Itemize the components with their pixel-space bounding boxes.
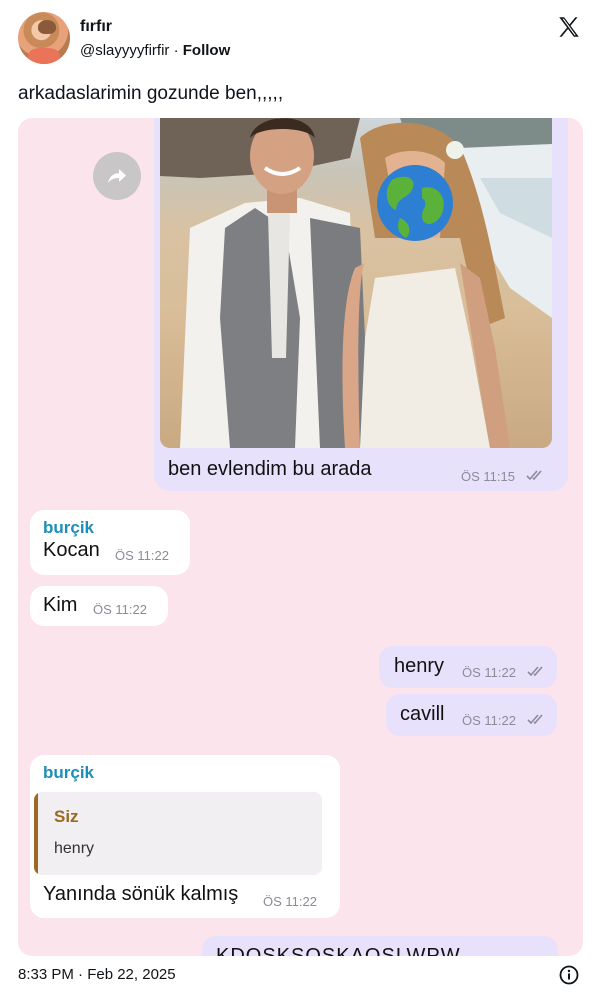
message-text: Kocan (43, 539, 100, 561)
tweet-header: fırfır @slayyyyfirfir · Follow (18, 12, 584, 68)
incoming-reply-bubble[interactable]: burçik Siz henry Yanında sönük kalmış ÖS… (30, 755, 340, 918)
sender-name[interactable]: burçik (43, 763, 94, 783)
message-text: KDOSKSOSKAOSLWPW (216, 945, 461, 956)
message-time: ÖS 11:22 (93, 602, 147, 617)
quote-text: henry (54, 840, 95, 857)
message-text: Yanında sönük kalmış (43, 883, 239, 905)
handle[interactable]: @slayyyyfirfir (80, 42, 169, 59)
photo-message-bubble[interactable]: ben evlendim bu arada ÖS 11:15 (154, 118, 568, 491)
quoted-message[interactable]: Siz henry (34, 792, 322, 875)
display-name[interactable]: fırfır (80, 18, 112, 36)
x-logo-icon[interactable] (556, 14, 582, 40)
tweet-timestamp[interactable]: 8:33 PM · Feb 22, 2025 (18, 966, 176, 983)
message-time: ÖS 11:22 (263, 894, 317, 909)
wedding-photo-illustration (160, 118, 552, 448)
tweet-text: arkadaslarimin gozunde ben,,,,, (18, 83, 284, 104)
avatar[interactable] (18, 12, 70, 64)
incoming-message-bubble[interactable]: burçik Kocan ÖS 11:22 (30, 510, 190, 575)
message-time: ÖS 11:22 (462, 713, 516, 728)
message-time: ÖS 11:22 (462, 665, 516, 680)
share-forward-button[interactable] (93, 152, 141, 200)
double-check-icon (527, 666, 543, 677)
outgoing-message-bubble[interactable]: KDOSKSOSKAOSLWPW (202, 936, 558, 956)
double-check-icon (527, 714, 543, 725)
message-time: ÖS 11:22 (115, 548, 169, 563)
quote-accent-bar (34, 792, 38, 875)
outgoing-message-bubble[interactable]: cavill ÖS 11:22 (386, 694, 557, 736)
double-check-icon (526, 470, 542, 481)
tweet-media-chat-screenshot[interactable]: ben evlendim bu arada ÖS 11:15 burçik Ko… (18, 118, 583, 956)
message-time: ÖS 11:15 (461, 469, 515, 484)
incoming-message-bubble[interactable]: Kim ÖS 11:22 (30, 586, 168, 626)
handle-line: @slayyyyfirfir · Follow (80, 42, 231, 59)
photo-caption: ben evlendim bu arada (168, 458, 372, 480)
share-forward-icon (108, 169, 126, 183)
wedding-photo[interactable] (160, 118, 552, 448)
quote-sender: Siz (54, 807, 79, 826)
follow-button[interactable]: Follow (183, 42, 231, 59)
outgoing-message-bubble[interactable]: henry ÖS 11:22 (379, 646, 557, 688)
info-icon[interactable] (559, 965, 579, 985)
message-text: henry (394, 655, 445, 677)
sender-name[interactable]: burçik (43, 518, 94, 538)
message-text: cavill (400, 703, 445, 725)
message-text: Kim (43, 594, 78, 616)
